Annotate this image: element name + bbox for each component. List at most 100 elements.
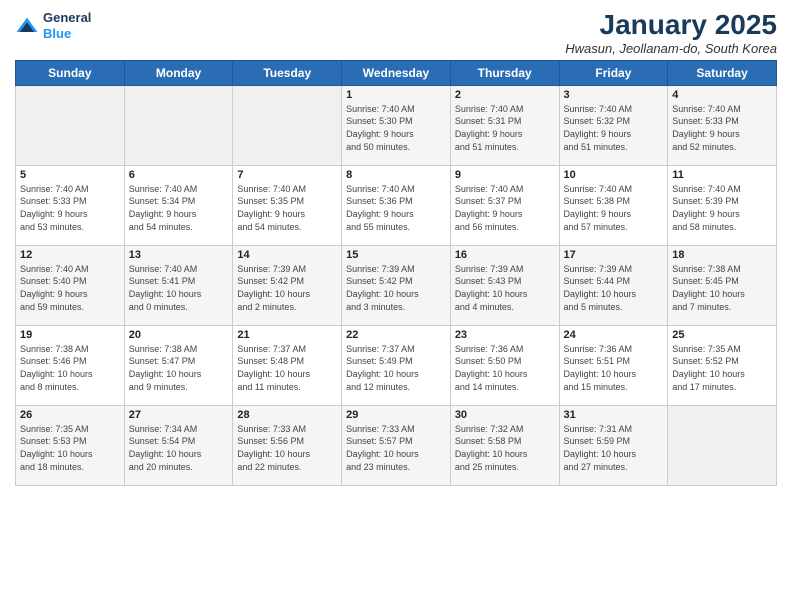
calendar-cell: 31 Sunrise: 7:31 AM Sunset: 5:59 PM Dayli… xyxy=(559,405,668,485)
day-number: 10 xyxy=(564,169,664,181)
day-number: 6 xyxy=(129,169,229,181)
day-number: 19 xyxy=(20,329,120,341)
day-info: Sunrise: 7:39 AM Sunset: 5:44 PM Dayligh… xyxy=(564,263,664,313)
day-number: 4 xyxy=(672,89,772,101)
calendar-cell: 12 Sunrise: 7:40 AM Sunset: 5:40 PM Dayli… xyxy=(16,245,125,325)
day-info: Sunrise: 7:40 AM Sunset: 5:37 PM Dayligh… xyxy=(455,183,555,233)
col-friday: Friday xyxy=(559,60,668,85)
day-info: Sunrise: 7:40 AM Sunset: 5:30 PM Dayligh… xyxy=(346,103,446,153)
calendar-week-1: 1 Sunrise: 7:40 AM Sunset: 5:30 PM Daylig… xyxy=(16,85,777,165)
day-number: 26 xyxy=(20,409,120,421)
calendar-week-5: 26 Sunrise: 7:35 AM Sunset: 5:53 PM Dayli… xyxy=(16,405,777,485)
day-info: Sunrise: 7:40 AM Sunset: 5:33 PM Dayligh… xyxy=(20,183,120,233)
month-title: January 2025 xyxy=(565,10,777,41)
calendar-cell: 10 Sunrise: 7:40 AM Sunset: 5:38 PM Dayli… xyxy=(559,165,668,245)
day-number: 20 xyxy=(129,329,229,341)
day-info: Sunrise: 7:39 AM Sunset: 5:42 PM Dayligh… xyxy=(346,263,446,313)
calendar-table: Sunday Monday Tuesday Wednesday Thursday… xyxy=(15,60,777,486)
day-number: 21 xyxy=(237,329,337,341)
day-number: 1 xyxy=(346,89,446,101)
title-section: January 2025 Hwasun, Jeollanam-do, South… xyxy=(565,10,777,56)
calendar-cell: 27 Sunrise: 7:34 AM Sunset: 5:54 PM Dayli… xyxy=(124,405,233,485)
page-container: General Blue January 2025 Hwasun, Jeolla… xyxy=(0,0,792,496)
calendar-cell: 6 Sunrise: 7:40 AM Sunset: 5:34 PM Daylig… xyxy=(124,165,233,245)
subtitle: Hwasun, Jeollanam-do, South Korea xyxy=(565,41,777,56)
day-info: Sunrise: 7:40 AM Sunset: 5:38 PM Dayligh… xyxy=(564,183,664,233)
calendar-cell: 26 Sunrise: 7:35 AM Sunset: 5:53 PM Dayli… xyxy=(16,405,125,485)
day-number: 25 xyxy=(672,329,772,341)
day-info: Sunrise: 7:35 AM Sunset: 5:53 PM Dayligh… xyxy=(20,423,120,473)
calendar-cell: 21Sunrise: 7:37 AM Sunset: 5:48 PM Dayli… xyxy=(233,325,342,405)
day-info: Sunrise: 7:34 AM Sunset: 5:54 PM Dayligh… xyxy=(129,423,229,473)
calendar-cell: 4 Sunrise: 7:40 AM Sunset: 5:33 PM Daylig… xyxy=(668,85,777,165)
col-tuesday: Tuesday xyxy=(233,60,342,85)
day-number: 24 xyxy=(564,329,664,341)
header: General Blue January 2025 Hwasun, Jeolla… xyxy=(15,10,777,56)
day-number: 3 xyxy=(564,89,664,101)
calendar-cell: 9 Sunrise: 7:40 AM Sunset: 5:37 PM Daylig… xyxy=(450,165,559,245)
day-info: Sunrise: 7:40 AM Sunset: 5:39 PM Dayligh… xyxy=(672,183,772,233)
calendar-cell: 23Sunrise: 7:36 AM Sunset: 5:50 PM Dayli… xyxy=(450,325,559,405)
logo-line1: General xyxy=(43,10,91,25)
calendar-cell: 3 Sunrise: 7:40 AM Sunset: 5:32 PM Daylig… xyxy=(559,85,668,165)
day-info: Sunrise: 7:38 AM Sunset: 5:45 PM Dayligh… xyxy=(672,263,772,313)
calendar-cell: 7 Sunrise: 7:40 AM Sunset: 5:35 PM Daylig… xyxy=(233,165,342,245)
calendar-week-3: 12 Sunrise: 7:40 AM Sunset: 5:40 PM Dayli… xyxy=(16,245,777,325)
day-number: 12 xyxy=(20,249,120,261)
day-info: Sunrise: 7:36 AM Sunset: 5:50 PM Dayligh… xyxy=(455,343,555,393)
logo-text: General Blue xyxy=(43,10,91,41)
day-number: 29 xyxy=(346,409,446,421)
calendar-cell xyxy=(668,405,777,485)
day-info: Sunrise: 7:40 AM Sunset: 5:36 PM Dayligh… xyxy=(346,183,446,233)
calendar-header: Sunday Monday Tuesday Wednesday Thursday… xyxy=(16,60,777,85)
day-info: Sunrise: 7:33 AM Sunset: 5:56 PM Dayligh… xyxy=(237,423,337,473)
day-number: 30 xyxy=(455,409,555,421)
day-number: 7 xyxy=(237,169,337,181)
day-info: Sunrise: 7:38 AM Sunset: 5:47 PM Dayligh… xyxy=(129,343,229,393)
calendar-cell: 1 Sunrise: 7:40 AM Sunset: 5:30 PM Daylig… xyxy=(342,85,451,165)
day-number: 31 xyxy=(564,409,664,421)
day-info: Sunrise: 7:40 AM Sunset: 5:40 PM Dayligh… xyxy=(20,263,120,313)
calendar-cell xyxy=(16,85,125,165)
day-info: Sunrise: 7:39 AM Sunset: 5:43 PM Dayligh… xyxy=(455,263,555,313)
day-number: 15 xyxy=(346,249,446,261)
calendar-cell: 17 Sunrise: 7:39 AM Sunset: 5:44 PM Dayli… xyxy=(559,245,668,325)
day-info: Sunrise: 7:32 AM Sunset: 5:58 PM Dayligh… xyxy=(455,423,555,473)
calendar-week-4: 19 Sunrise: 7:38 AM Sunset: 5:46 PM Dayli… xyxy=(16,325,777,405)
day-number: 16 xyxy=(455,249,555,261)
calendar-cell: 30 Sunrise: 7:32 AM Sunset: 5:58 PM Dayli… xyxy=(450,405,559,485)
day-info: Sunrise: 7:40 AM Sunset: 5:35 PM Dayligh… xyxy=(237,183,337,233)
calendar-cell: 15 Sunrise: 7:39 AM Sunset: 5:42 PM Dayli… xyxy=(342,245,451,325)
day-number: 17 xyxy=(564,249,664,261)
logo-line2: Blue xyxy=(43,26,71,41)
calendar-cell: 16 Sunrise: 7:39 AM Sunset: 5:43 PM Dayli… xyxy=(450,245,559,325)
day-number: 2 xyxy=(455,89,555,101)
day-number: 5 xyxy=(20,169,120,181)
day-info: Sunrise: 7:40 AM Sunset: 5:41 PM Dayligh… xyxy=(129,263,229,313)
day-info: Sunrise: 7:38 AM Sunset: 5:46 PM Dayligh… xyxy=(20,343,120,393)
calendar-week-2: 5 Sunrise: 7:40 AM Sunset: 5:33 PM Daylig… xyxy=(16,165,777,245)
header-row: Sunday Monday Tuesday Wednesday Thursday… xyxy=(16,60,777,85)
day-info: Sunrise: 7:40 AM Sunset: 5:31 PM Dayligh… xyxy=(455,103,555,153)
calendar-cell: 28 Sunrise: 7:33 AM Sunset: 5:56 PM Dayli… xyxy=(233,405,342,485)
day-number: 11 xyxy=(672,169,772,181)
calendar-cell: 13Sunrise: 7:40 AM Sunset: 5:41 PM Dayli… xyxy=(124,245,233,325)
day-info: Sunrise: 7:39 AM Sunset: 5:42 PM Dayligh… xyxy=(237,263,337,313)
day-info: Sunrise: 7:31 AM Sunset: 5:59 PM Dayligh… xyxy=(564,423,664,473)
calendar-cell: 25 Sunrise: 7:35 AM Sunset: 5:52 PM Dayli… xyxy=(668,325,777,405)
day-number: 8 xyxy=(346,169,446,181)
day-info: Sunrise: 7:35 AM Sunset: 5:52 PM Dayligh… xyxy=(672,343,772,393)
day-info: Sunrise: 7:40 AM Sunset: 5:33 PM Dayligh… xyxy=(672,103,772,153)
calendar-cell: 24 Sunrise: 7:36 AM Sunset: 5:51 PM Dayli… xyxy=(559,325,668,405)
day-number: 9 xyxy=(455,169,555,181)
calendar-cell xyxy=(124,85,233,165)
calendar-cell: 5 Sunrise: 7:40 AM Sunset: 5:33 PM Daylig… xyxy=(16,165,125,245)
day-number: 28 xyxy=(237,409,337,421)
day-info: Sunrise: 7:36 AM Sunset: 5:51 PM Dayligh… xyxy=(564,343,664,393)
day-number: 27 xyxy=(129,409,229,421)
day-info: Sunrise: 7:40 AM Sunset: 5:34 PM Dayligh… xyxy=(129,183,229,233)
calendar-body: 1 Sunrise: 7:40 AM Sunset: 5:30 PM Daylig… xyxy=(16,85,777,485)
day-info: Sunrise: 7:40 AM Sunset: 5:32 PM Dayligh… xyxy=(564,103,664,153)
calendar-cell xyxy=(233,85,342,165)
logo: General Blue xyxy=(15,10,91,41)
